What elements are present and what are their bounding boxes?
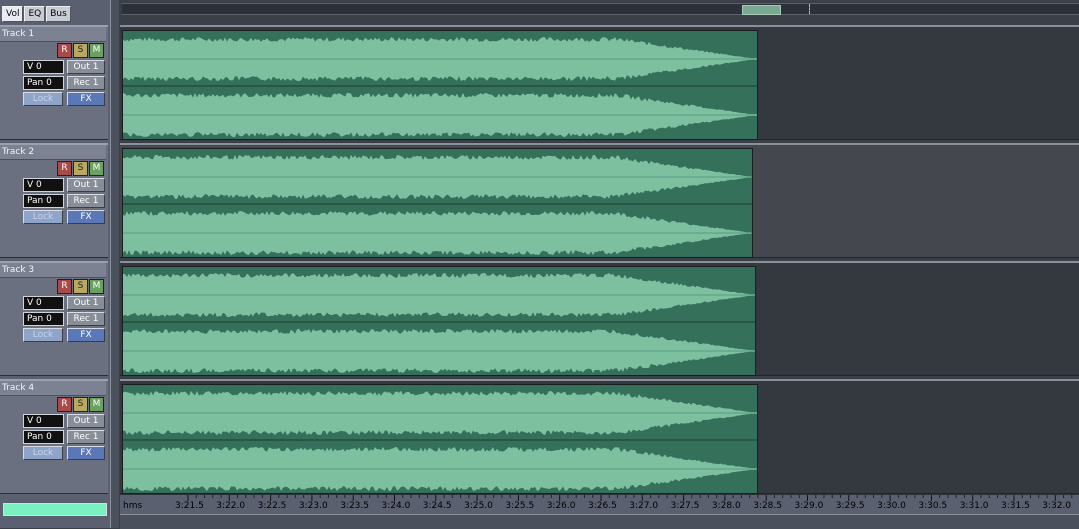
ruler-tick-label: 3:28.5 [753, 501, 782, 511]
ruler-tick-label: 3:28.0 [711, 501, 741, 511]
lock-button[interactable]: Lock [23, 92, 63, 106]
lock-button[interactable]: Lock [23, 328, 63, 342]
ruler-tick-label: 3:29.5 [835, 501, 865, 511]
record-arm-button[interactable]: R [57, 279, 72, 294]
track-header-2: Track 2 R S M V 0 Pan 0 Out 1 Rec 1 Lock… [0, 143, 108, 258]
record-input-button[interactable]: Rec 1 [67, 312, 105, 326]
mute-button[interactable]: M [89, 397, 104, 412]
ruler-tick-label: 3:25.0 [464, 501, 493, 511]
tab-vol[interactable]: Vol [2, 6, 24, 22]
output-button[interactable]: Out 1 [67, 60, 105, 74]
track-lane-2[interactable] [120, 143, 1079, 258]
track-header-panel: Vol EQ Bus Track 1 R S M V 0 Pan 0 Out 1… [0, 0, 110, 528]
track-header-4: Track 4 R S M V 0 Pan 0 Out 1 Rec 1 Lock… [0, 379, 108, 494]
track-lane-3[interactable] [120, 261, 1079, 376]
record-input-button[interactable]: Rec 1 [67, 194, 105, 208]
mute-button[interactable]: M [89, 43, 104, 58]
overview-scrollbar[interactable] [122, 3, 1079, 15]
waveform [123, 154, 752, 256]
volume-field[interactable]: V 0 [23, 178, 64, 192]
volume-field[interactable]: V 0 [23, 414, 64, 428]
ruler-tick-label: 3:32.0 [1042, 501, 1072, 511]
volume-field[interactable]: V 0 [23, 296, 64, 310]
solo-button[interactable]: S [73, 279, 88, 294]
ruler-tick-label: 3:27.0 [629, 501, 659, 511]
pan-field[interactable]: Pan 0 [23, 76, 64, 90]
volume-field[interactable]: V 0 [23, 60, 64, 74]
ruler-tick-label: 3:26.5 [588, 501, 617, 511]
record-input-button[interactable]: Rec 1 [67, 430, 105, 444]
audio-clip[interactable] [122, 148, 753, 258]
record-arm-button[interactable]: R [57, 161, 72, 176]
ruler-tick-label: 3:22.5 [257, 501, 287, 511]
output-button[interactable]: Out 1 [67, 414, 105, 428]
tab-bus[interactable]: Bus [46, 6, 71, 22]
output-button[interactable]: Out 1 [67, 296, 105, 310]
output-button[interactable]: Out 1 [67, 178, 105, 192]
waveform [123, 272, 755, 374]
audio-clip[interactable] [122, 30, 758, 140]
overview-thumb[interactable] [742, 5, 781, 15]
panel-splitter[interactable] [110, 0, 119, 528]
record-arm-button[interactable]: R [57, 397, 72, 412]
level-meter [3, 503, 107, 516]
solo-button[interactable]: S [73, 43, 88, 58]
track-lane-1[interactable] [120, 25, 1079, 140]
track-name[interactable]: Track 4 [0, 381, 106, 396]
ruler-tick-label: 3:31.5 [1001, 501, 1030, 511]
ruler-tick-label: 3:23.0 [298, 501, 328, 511]
horizontal-scrollbar[interactable] [120, 514, 1079, 529]
ruler-tick-label: 3:27.5 [670, 501, 700, 511]
ruler-unit-label: hms [123, 501, 143, 511]
mute-button[interactable]: M [89, 161, 104, 176]
ruler-tick-label: 3:26.0 [546, 501, 576, 511]
waveform [123, 37, 757, 137]
pan-field[interactable]: Pan 0 [23, 430, 64, 444]
audio-clip[interactable] [122, 266, 756, 376]
ruler-tick-label: 3:22.0 [216, 501, 246, 511]
lock-button[interactable]: Lock [23, 446, 63, 460]
track-header-3: Track 3 R S M V 0 Pan 0 Out 1 Rec 1 Lock… [0, 261, 108, 376]
fx-button[interactable]: FX [67, 210, 105, 224]
solo-button[interactable]: S [73, 161, 88, 176]
solo-button[interactable]: S [73, 397, 88, 412]
pan-field[interactable]: Pan 0 [23, 312, 64, 326]
audio-editor-window: Vol EQ Bus Track 1 R S M V 0 Pan 0 Out 1… [0, 0, 1079, 529]
track-header-1: Track 1 R S M V 0 Pan 0 Out 1 Rec 1 Lock… [0, 25, 108, 140]
ruler-tick-label: 3:23.5 [340, 501, 369, 511]
ruler-tick-label: 3:30.0 [877, 501, 906, 511]
ruler-tick-label: 3:21.5 [175, 501, 204, 511]
waveform [123, 390, 757, 492]
audio-clip[interactable] [122, 384, 758, 494]
track-name[interactable]: Track 2 [0, 145, 106, 160]
ruler-tick-label: 3:30.5 [918, 501, 948, 511]
track-lane-4[interactable] [120, 379, 1079, 494]
tab-eq[interactable]: EQ [24, 6, 46, 22]
track-name[interactable]: Track 3 [0, 263, 106, 278]
fx-button[interactable]: FX [67, 446, 105, 460]
fx-button[interactable]: FX [67, 328, 105, 342]
ruler-tick-label: 3:24.0 [381, 501, 411, 511]
mute-button[interactable]: M [89, 279, 104, 294]
ruler-tick-label: 3:31.0 [959, 501, 989, 511]
ruler-tick-label: 3:25.5 [505, 501, 535, 511]
timeline-ruler[interactable]: hms 3:21.5 3:22.0 3:22.5 3:23.0 3:23.5 3:24.0… [120, 494, 1079, 515]
ruler-tick-label: 3:29.0 [794, 501, 824, 511]
track-name[interactable]: Track 1 [0, 27, 106, 42]
record-input-button[interactable]: Rec 1 [67, 76, 105, 90]
lock-button[interactable]: Lock [23, 210, 63, 224]
record-arm-button[interactable]: R [57, 43, 72, 58]
pan-field[interactable]: Pan 0 [23, 194, 64, 208]
overview-cursor-marker [809, 4, 810, 14]
mixer-tabs: Vol EQ Bus [2, 6, 71, 22]
fx-button[interactable]: FX [67, 92, 105, 106]
ruler-tick-label: 3:24.5 [422, 501, 452, 511]
